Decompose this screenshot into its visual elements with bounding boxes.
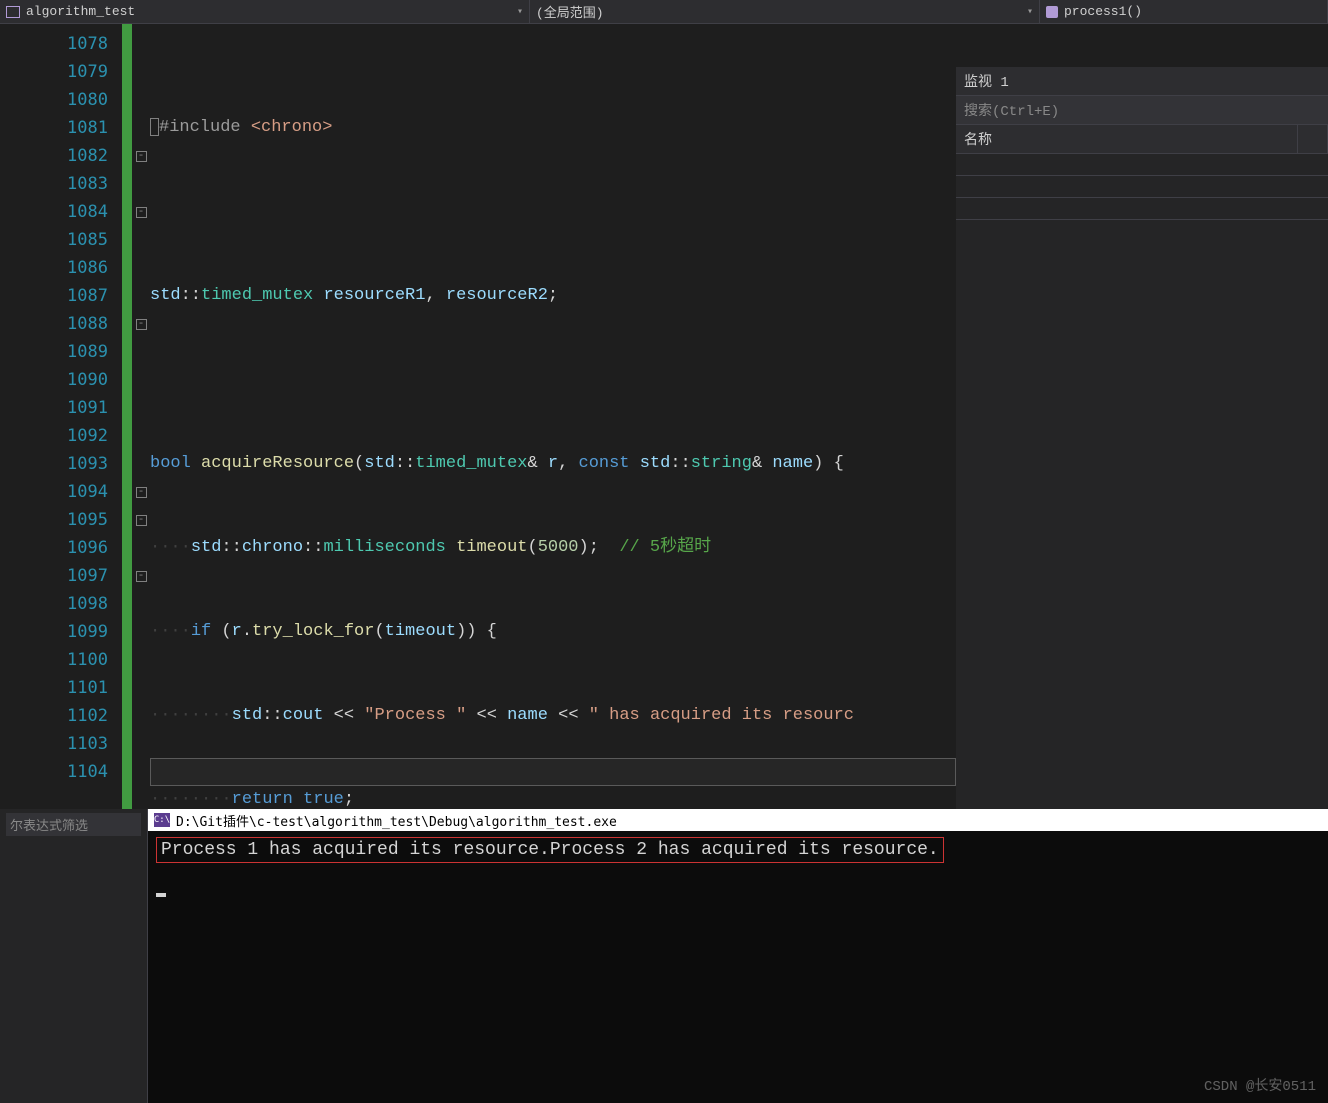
line-number: 1078 [0, 30, 108, 58]
fold-toggle-icon[interactable]: - [136, 571, 147, 582]
line-number: 1090 [0, 366, 108, 394]
console-output[interactable]: Process 1 has acquired its resource.Proc… [148, 831, 1328, 909]
fold-slot[interactable] [132, 646, 150, 674]
function-icon [1046, 6, 1058, 18]
line-number: 1080 [0, 86, 108, 114]
line-number: 1103 [0, 730, 108, 758]
fold-slot[interactable]: - [132, 198, 150, 226]
function-name: process1() [1064, 4, 1142, 19]
fold-slot[interactable] [132, 394, 150, 422]
fold-slot[interactable]: - [132, 562, 150, 590]
fold-slot[interactable] [132, 86, 150, 114]
watch-table-header: 名称 [956, 125, 1328, 154]
fold-slot[interactable]: - [132, 310, 150, 338]
watch-col-name[interactable]: 名称 [956, 125, 1298, 153]
line-number: 1083 [0, 170, 108, 198]
fold-toggle-icon[interactable]: - [136, 487, 147, 498]
fold-slot[interactable] [132, 114, 150, 142]
function-dropdown[interactable]: process1() [1040, 0, 1328, 23]
fold-slot[interactable] [132, 534, 150, 562]
console-icon: C:\ [154, 813, 170, 827]
line-number: 1087 [0, 282, 108, 310]
fold-slot[interactable] [132, 30, 150, 58]
line-number: 1101 [0, 674, 108, 702]
console-title-bar: C:\ D:\Git插件\c-test\algorithm_test\Debug… [148, 809, 1328, 831]
watch-search-input[interactable]: 搜索(Ctrl+E) [956, 96, 1328, 125]
line-number: 1093 [0, 450, 108, 478]
breakpoint-filter-input[interactable]: 尔表达式筛选 [6, 813, 141, 836]
line-number: 1100 [0, 646, 108, 674]
fold-slot[interactable] [132, 758, 150, 786]
fold-slot[interactable]: - [132, 478, 150, 506]
line-number: 1099 [0, 618, 108, 646]
line-number: 1086 [0, 254, 108, 282]
line-number: 1094 [0, 478, 108, 506]
bottom-area: 尔表达式筛选 C:\ D:\Git插件\c-test\algorithm_tes… [0, 809, 1328, 1103]
fold-slot[interactable]: - [132, 506, 150, 534]
fold-toggle-icon[interactable]: - [136, 319, 147, 330]
line-number-gutter: 1078107910801081108210831084108510861087… [0, 24, 122, 809]
line-number: 1095 [0, 506, 108, 534]
fold-toggle-icon[interactable]: - [136, 207, 147, 218]
fold-slot[interactable] [132, 254, 150, 282]
fold-slot[interactable] [132, 226, 150, 254]
console-panel: C:\ D:\Git插件\c-test\algorithm_test\Debug… [148, 809, 1328, 1103]
project-dropdown[interactable]: algorithm_test ▾ [0, 0, 530, 23]
fold-toggle-icon[interactable]: - [136, 515, 147, 526]
fold-slot[interactable] [132, 730, 150, 758]
watch-rows [956, 154, 1328, 220]
line-number: 1082 [0, 142, 108, 170]
watermark: CSDN @长安0511 [1204, 1075, 1316, 1095]
line-number: 1085 [0, 226, 108, 254]
line-number: 1089 [0, 338, 108, 366]
code-editor[interactable]: 1078107910801081108210831084108510861087… [0, 24, 956, 809]
watch-row[interactable] [956, 198, 1328, 220]
scope-label: (全局范围) [536, 2, 604, 21]
line-number: 1104 [0, 758, 108, 786]
watch-row[interactable] [956, 154, 1328, 176]
fold-slot[interactable]: - [132, 142, 150, 170]
fold-slot[interactable] [132, 618, 150, 646]
watch-panel: 监视 1 搜索(Ctrl+E) 名称 [956, 67, 1328, 809]
navigation-bar: algorithm_test ▾ (全局范围) ▾ process1() [0, 0, 1328, 24]
line-number: 1092 [0, 422, 108, 450]
fold-slot[interactable] [132, 366, 150, 394]
fold-slot[interactable] [132, 282, 150, 310]
line-number: 1096 [0, 534, 108, 562]
chevron-down-icon: ▾ [517, 6, 523, 18]
watch-title: 监视 1 [956, 67, 1328, 96]
fold-slot[interactable] [132, 590, 150, 618]
console-output-line: Process 1 has acquired its resource.Proc… [156, 837, 944, 863]
fold-toggle-icon[interactable]: - [136, 151, 147, 162]
line-number: 1097 [0, 562, 108, 590]
fold-slot[interactable] [132, 58, 150, 86]
fold-slot[interactable] [132, 422, 150, 450]
breakpoint-panel: 尔表达式筛选 [0, 809, 148, 1103]
project-icon [6, 6, 20, 18]
line-number: 1081 [0, 114, 108, 142]
fold-slot[interactable] [132, 702, 150, 730]
line-number: 1084 [0, 198, 108, 226]
console-title-text: D:\Git插件\c-test\algorithm_test\Debug\alg… [176, 811, 617, 830]
fold-slot[interactable] [132, 450, 150, 478]
scope-dropdown[interactable]: (全局范围) ▾ [530, 0, 1040, 23]
fold-slot[interactable] [132, 170, 150, 198]
line-number: 1102 [0, 702, 108, 730]
console-cursor [156, 893, 166, 897]
line-number: 1091 [0, 394, 108, 422]
line-number: 1098 [0, 590, 108, 618]
watch-row[interactable] [956, 176, 1328, 198]
fold-margin[interactable]: - - - - - - [132, 24, 150, 809]
project-name: algorithm_test [26, 4, 135, 19]
line-number: 1088 [0, 310, 108, 338]
fold-slot[interactable] [132, 338, 150, 366]
fold-slot[interactable] [132, 674, 150, 702]
line-number: 1079 [0, 58, 108, 86]
change-margin [122, 24, 132, 809]
watch-col-value[interactable] [1298, 125, 1328, 153]
main-layout: 1078107910801081108210831084108510861087… [0, 24, 1328, 809]
current-line-highlight [150, 758, 956, 786]
code-content[interactable]: #include <chrono> std::timed_mutex resou… [150, 24, 956, 809]
chevron-down-icon: ▾ [1027, 6, 1033, 18]
